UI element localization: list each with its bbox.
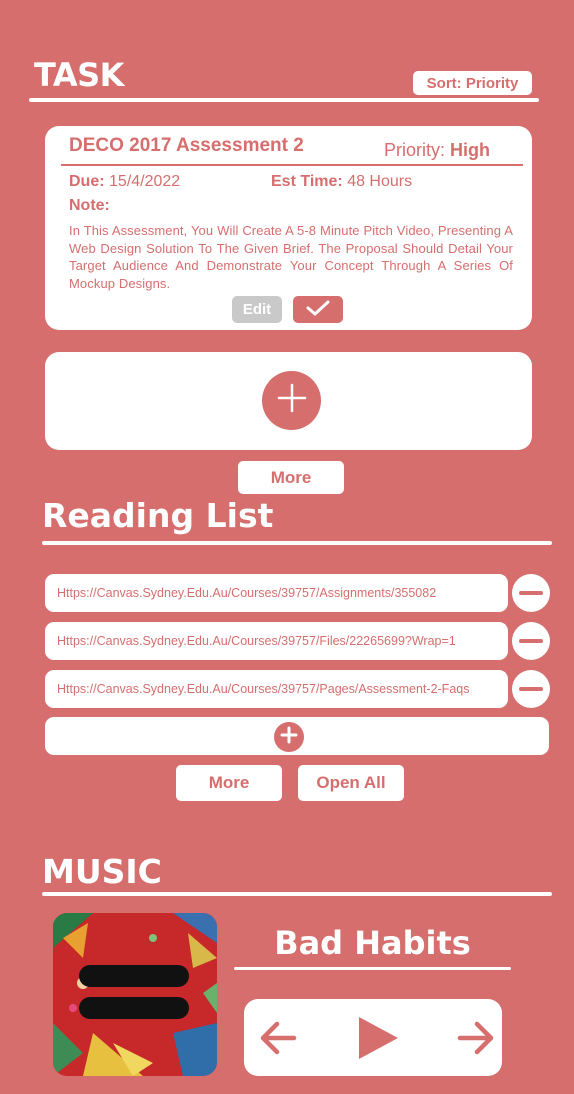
sort-priority-button[interactable]: Sort: Priority [413, 71, 532, 95]
plus-icon [275, 381, 309, 420]
complete-button[interactable] [293, 296, 343, 323]
task-priority: Priority: High [384, 140, 490, 161]
reading-list-title: Reading List [42, 496, 274, 535]
minus-icon [519, 639, 543, 643]
next-button[interactable] [456, 1019, 496, 1057]
minus-icon [519, 687, 543, 691]
reading-link[interactable]: Https://Canvas.Sydney.Edu.Au/Courses/397… [45, 574, 508, 612]
reading-link[interactable]: Https://Canvas.Sydney.Edu.Au/Courses/397… [45, 670, 508, 708]
add-task-card [45, 352, 532, 450]
due-value: 15/4/2022 [109, 173, 181, 190]
add-link-button[interactable] [274, 722, 304, 752]
note-text: In This Assessment, You Will Create A 5-… [69, 223, 513, 291]
task-card-divider [61, 164, 523, 166]
arrow-right-icon [456, 1021, 496, 1061]
task-title: DECO 2017 Assessment 2 [69, 135, 304, 156]
reading-link[interactable]: Https://Canvas.Sydney.Edu.Au/Courses/397… [45, 622, 508, 660]
play-button[interactable] [356, 1015, 400, 1061]
player-controls [244, 999, 502, 1076]
minus-icon [519, 591, 543, 595]
music-title: MUSIC [42, 852, 162, 891]
music-divider [42, 892, 552, 896]
reading-list-divider [42, 541, 552, 545]
album-cover [53, 913, 217, 1076]
priority-value: High [450, 140, 491, 160]
est-time-row: Est Time: 48 Hours [271, 173, 412, 191]
check-icon [305, 299, 331, 320]
add-task-button[interactable] [262, 371, 321, 430]
song-divider [234, 967, 511, 970]
open-all-button[interactable]: Open All [298, 765, 404, 801]
priority-label: Priority: [384, 140, 446, 160]
reading-more-button[interactable]: More [176, 765, 282, 801]
play-icon [356, 1017, 400, 1065]
due-label: Due: [69, 173, 105, 190]
task-section-title: TASK [34, 56, 124, 94]
task-divider [29, 98, 539, 102]
previous-button[interactable] [258, 1019, 298, 1057]
task-card[interactable]: DECO 2017 Assessment 2 Priority: High Du… [45, 126, 532, 330]
remove-link-button[interactable] [512, 622, 550, 660]
est-time-value: 48 Hours [347, 173, 413, 190]
song-title: Bad Habits [274, 924, 471, 962]
remove-link-button[interactable] [512, 670, 550, 708]
plus-icon [280, 726, 298, 749]
edit-button[interactable]: Edit [232, 296, 282, 323]
est-time-label: Est Time: [271, 173, 343, 190]
add-link-bar [45, 717, 549, 755]
task-more-button[interactable]: More [238, 461, 344, 494]
arrow-left-icon [258, 1021, 298, 1061]
note-label: Note: [69, 197, 110, 214]
remove-link-button[interactable] [512, 574, 550, 612]
due-row: Due: 15/4/2022 [69, 173, 180, 191]
